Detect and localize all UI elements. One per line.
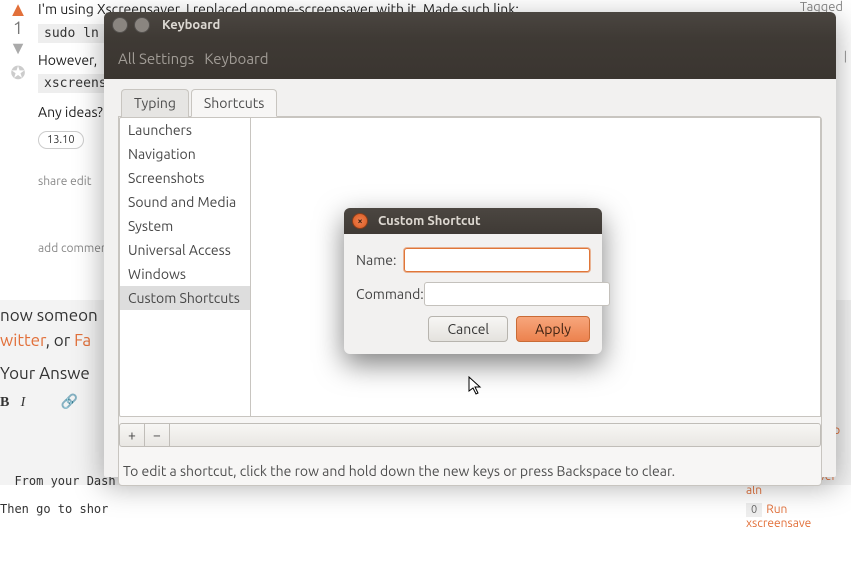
code-block-1: sudo ln <box>38 24 105 43</box>
add-shortcut-button[interactable]: + <box>120 424 145 446</box>
sidebar-item-windows[interactable]: Windows <box>120 262 250 286</box>
apply-button[interactable]: Apply <box>516 316 590 342</box>
cancel-button[interactable]: Cancel <box>428 316 508 342</box>
remove-shortcut-button[interactable]: − <box>145 424 170 446</box>
sidebar-item-sound-media[interactable]: Sound and Media <box>120 190 250 214</box>
command-input[interactable] <box>424 282 610 306</box>
related-item: 0Run xscreensave <box>746 503 851 530</box>
bold-button[interactable]: B <box>0 395 9 410</box>
tab-bar: Typing Shortcuts <box>121 89 822 117</box>
facebook-link[interactable]: Fa <box>74 331 91 350</box>
window-toolbar: All Settings Keyboard <box>104 38 836 79</box>
add-remove-bar: + − <box>119 423 821 447</box>
category-sidebar: Launchers Navigation Screenshots Sound a… <box>119 117 251 417</box>
window-title: Keyboard <box>162 18 220 32</box>
code-block-2: xscreens <box>38 74 113 93</box>
window-titlebar[interactable]: Keyboard <box>104 12 836 38</box>
name-input[interactable] <box>404 248 590 272</box>
sidebar-item-navigation[interactable]: Navigation <box>120 142 250 166</box>
sidebar-item-custom-shortcuts[interactable]: Custom Shortcuts <box>120 286 250 310</box>
dialog-titlebar[interactable]: × Custom Shortcut <box>344 208 602 234</box>
tab-shortcuts[interactable]: Shortcuts <box>191 89 277 117</box>
close-icon[interactable] <box>112 17 128 33</box>
minimize-icon[interactable] <box>134 17 150 33</box>
know-text: now someon <box>0 306 98 325</box>
answer-pre: From your DashThen go to shor <box>0 460 116 516</box>
sidebar-item-screenshots[interactable]: Screenshots <box>120 166 250 190</box>
edit-hint-text: To edit a shortcut, click the row and ho… <box>119 447 821 485</box>
command-label: Command: <box>356 286 424 302</box>
sidebar-item-launchers[interactable]: Launchers <box>120 118 250 142</box>
sidebar-item-system[interactable]: System <box>120 214 250 238</box>
tag-chip[interactable]: 13.10 <box>38 131 84 149</box>
sidebar-item-universal-access[interactable]: Universal Access <box>120 238 250 262</box>
custom-shortcut-dialog: × Custom Shortcut Name: Command: Cancel … <box>344 208 602 354</box>
dialog-body: Name: Command: Cancel Apply <box>344 234 602 354</box>
dialog-title: Custom Shortcut <box>378 214 481 228</box>
name-label: Name: <box>356 252 404 268</box>
twitter-link[interactable]: witter <box>0 331 46 350</box>
italic-button[interactable]: I <box>21 395 26 410</box>
link-button[interactable]: 🔗 <box>60 393 77 409</box>
close-icon[interactable]: × <box>352 213 368 229</box>
keyboard-breadcrumb: Keyboard <box>204 50 268 67</box>
all-settings-link[interactable]: All Settings <box>118 50 194 67</box>
tab-typing[interactable]: Typing <box>121 89 189 117</box>
